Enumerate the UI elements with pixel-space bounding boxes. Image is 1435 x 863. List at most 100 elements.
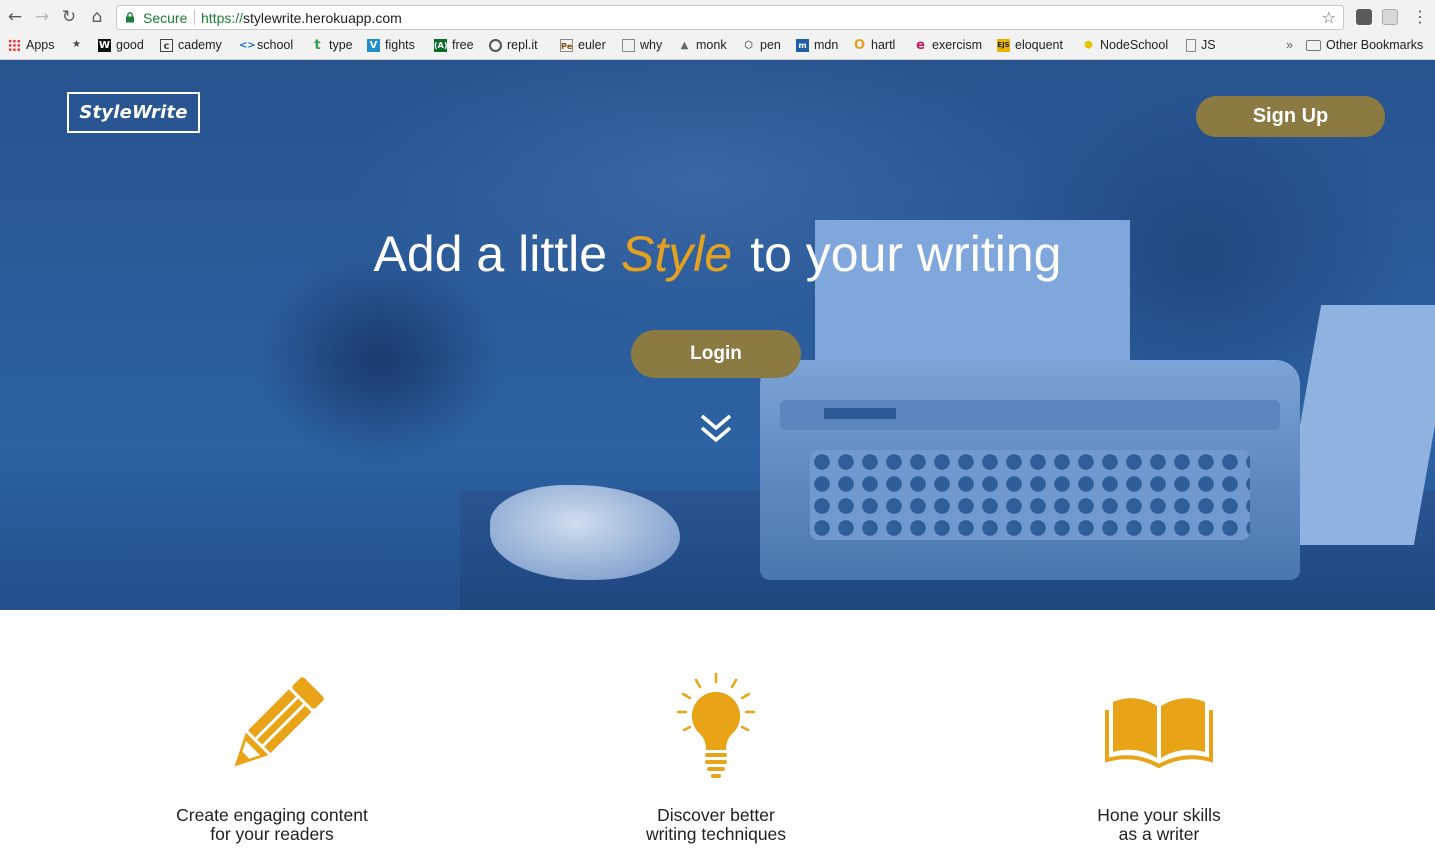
fcc-icon: (A)	[434, 38, 448, 52]
browser-toolbar: ← → ↻ ⌂ Secure https://stylewrite.heroku…	[0, 0, 1435, 34]
caption-line: for your readers	[210, 824, 334, 844]
star-icon: ★	[72, 39, 81, 50]
open-book-icon	[1105, 698, 1213, 769]
omnibox-separator	[194, 10, 195, 25]
extension-icon[interactable]	[1356, 9, 1372, 25]
login-button[interactable]: Login	[631, 330, 801, 378]
bookmark-monk[interactable]: ▲ monk	[678, 38, 727, 52]
react-devtools-icon[interactable]	[1382, 9, 1398, 25]
bookmark-label: euler	[578, 38, 606, 52]
back-icon[interactable]: ←	[4, 6, 26, 28]
headline-start: Add a little	[373, 226, 608, 282]
bookmark-label: NodeSchool	[1100, 38, 1169, 52]
bookmark-label: good	[116, 38, 144, 52]
caption-line: Hone your skills	[1097, 805, 1221, 825]
hero-headline: Add a little Style to your writing	[0, 225, 1435, 283]
site-logo[interactable]: StyleWrite	[67, 92, 200, 133]
feature-hone-skills: Hone your skills as a writer	[1009, 672, 1309, 844]
scroll-down-chevron-icon[interactable]	[698, 412, 734, 444]
bookmark-label: mdn	[814, 38, 839, 52]
url-host: stylewrite.herokuapp.com	[243, 10, 402, 26]
pe-icon: Pe	[560, 38, 573, 52]
v-icon: V	[367, 38, 380, 52]
browser-chrome: ← → ↻ ⌂ Secure https://stylewrite.heroku…	[0, 0, 1435, 60]
feature-create-content: Create engaging content for your readers	[122, 672, 422, 844]
bookmark-star[interactable]: ★	[70, 38, 88, 51]
bookmark-good[interactable]: Wgood	[98, 38, 144, 52]
hexagon-icon: ⬢	[1084, 39, 1093, 51]
caption-line: as a writer	[1118, 824, 1200, 844]
c-icon: c	[160, 38, 173, 52]
bookmark-label: eloquent	[1015, 38, 1063, 52]
forward-icon[interactable]: →	[31, 6, 53, 28]
home-icon[interactable]: ⌂	[86, 6, 108, 28]
bookmark-free[interactable]: (A) free	[434, 38, 474, 52]
w-icon: W	[98, 38, 111, 52]
bookmark-label: why	[640, 38, 663, 52]
bookmark-pen[interactable]: ⬡ pen	[742, 38, 781, 52]
caption-line: Discover better	[657, 805, 775, 825]
bookmark-nodeschool[interactable]: ⬢ NodeSchool	[1082, 38, 1168, 52]
bookmark-euler[interactable]: Pe euler	[560, 38, 606, 52]
address-bar[interactable]: Secure https://stylewrite.herokuapp.com …	[116, 5, 1344, 30]
bookmark-eloquent[interactable]: EJS eloquent	[997, 38, 1063, 52]
replit-icon	[489, 38, 502, 52]
lock-icon	[126, 12, 134, 23]
doc-icon	[622, 38, 635, 52]
hero-section: StyleWrite Sign Up Add a little Style to y…	[0, 60, 1435, 610]
exercism-icon: e	[916, 37, 925, 53]
page-icon	[1186, 38, 1196, 52]
bookmark-school[interactable]: <> school	[239, 38, 293, 52]
bookmark-star-icon[interactable]: ☆	[1322, 8, 1336, 27]
bookmark-label: fights	[385, 38, 415, 52]
o-icon: O	[853, 37, 866, 53]
monk-icon: ▲	[680, 39, 689, 51]
bookmark-label: school	[257, 38, 294, 52]
headline-accent: Style	[621, 226, 733, 282]
typewriter-keys	[810, 450, 1250, 540]
bookmark-label: Apps	[26, 38, 55, 52]
bookmark-label: hartl	[871, 38, 896, 52]
url-text[interactable]: https://stylewrite.herokuapp.com	[201, 10, 402, 26]
lightbulb-icon	[676, 672, 756, 778]
browser-menu-icon[interactable]: ⋮	[1412, 7, 1428, 26]
bookmarks-overflow[interactable]: »	[1286, 38, 1293, 52]
folder-icon	[1306, 39, 1321, 51]
other-bookmarks[interactable]: Other Bookmarks	[1306, 38, 1423, 52]
bookmark-hartl[interactable]: Ohartl	[853, 38, 895, 52]
apps-grid-icon	[8, 38, 21, 52]
feature-discover-techniques: Discover better writing techniques	[566, 672, 866, 844]
bookmark-fights[interactable]: Vfights	[367, 38, 415, 52]
code-brackets-icon: <>	[239, 39, 256, 51]
bookmark-apps[interactable]: Apps	[8, 38, 55, 52]
caption-line: Create engaging content	[176, 805, 368, 825]
feature-caption: Discover better writing techniques	[566, 806, 866, 844]
bookmark-label: JS	[1201, 38, 1216, 52]
sign-up-button[interactable]: Sign Up	[1196, 96, 1385, 137]
bookmark-label: cademy	[178, 38, 222, 52]
bookmark-label: exercism	[932, 38, 983, 52]
bookmarks-bar: Apps ★ Wgood c cademy <> school t type Vfig…	[0, 35, 1435, 57]
bookmark-replit[interactable]: repl.it	[489, 38, 538, 52]
bookmark-type[interactable]: t type	[311, 37, 353, 53]
t-icon: t	[314, 37, 321, 53]
bookmark-exercism[interactable]: e exercism	[914, 38, 982, 52]
headline-end: to your writing	[750, 226, 1062, 282]
bookmark-label: repl.it	[507, 38, 538, 52]
url-scheme: https://	[201, 10, 244, 26]
bookmark-label: monk	[696, 38, 727, 52]
bookmark-mdn[interactable]: m mdn	[796, 38, 838, 52]
bookmark-js[interactable]: JS	[1186, 38, 1216, 52]
ejs-icon: EJS	[997, 38, 1010, 52]
bookmark-why[interactable]: why	[622, 38, 662, 52]
reload-icon[interactable]: ↻	[58, 6, 80, 28]
mdn-icon: m	[796, 38, 809, 52]
feature-caption: Hone your skills as a writer	[1009, 806, 1309, 844]
feature-caption: Create engaging content for your readers	[122, 806, 422, 844]
codepen-icon: ⬡	[744, 39, 753, 51]
bookmark-cademy[interactable]: c cademy	[160, 38, 222, 52]
typewriter-brand-plate	[824, 408, 896, 419]
secure-label: Secure	[143, 10, 188, 26]
caption-line: writing techniques	[645, 824, 787, 844]
bookmark-label: type	[329, 38, 353, 52]
